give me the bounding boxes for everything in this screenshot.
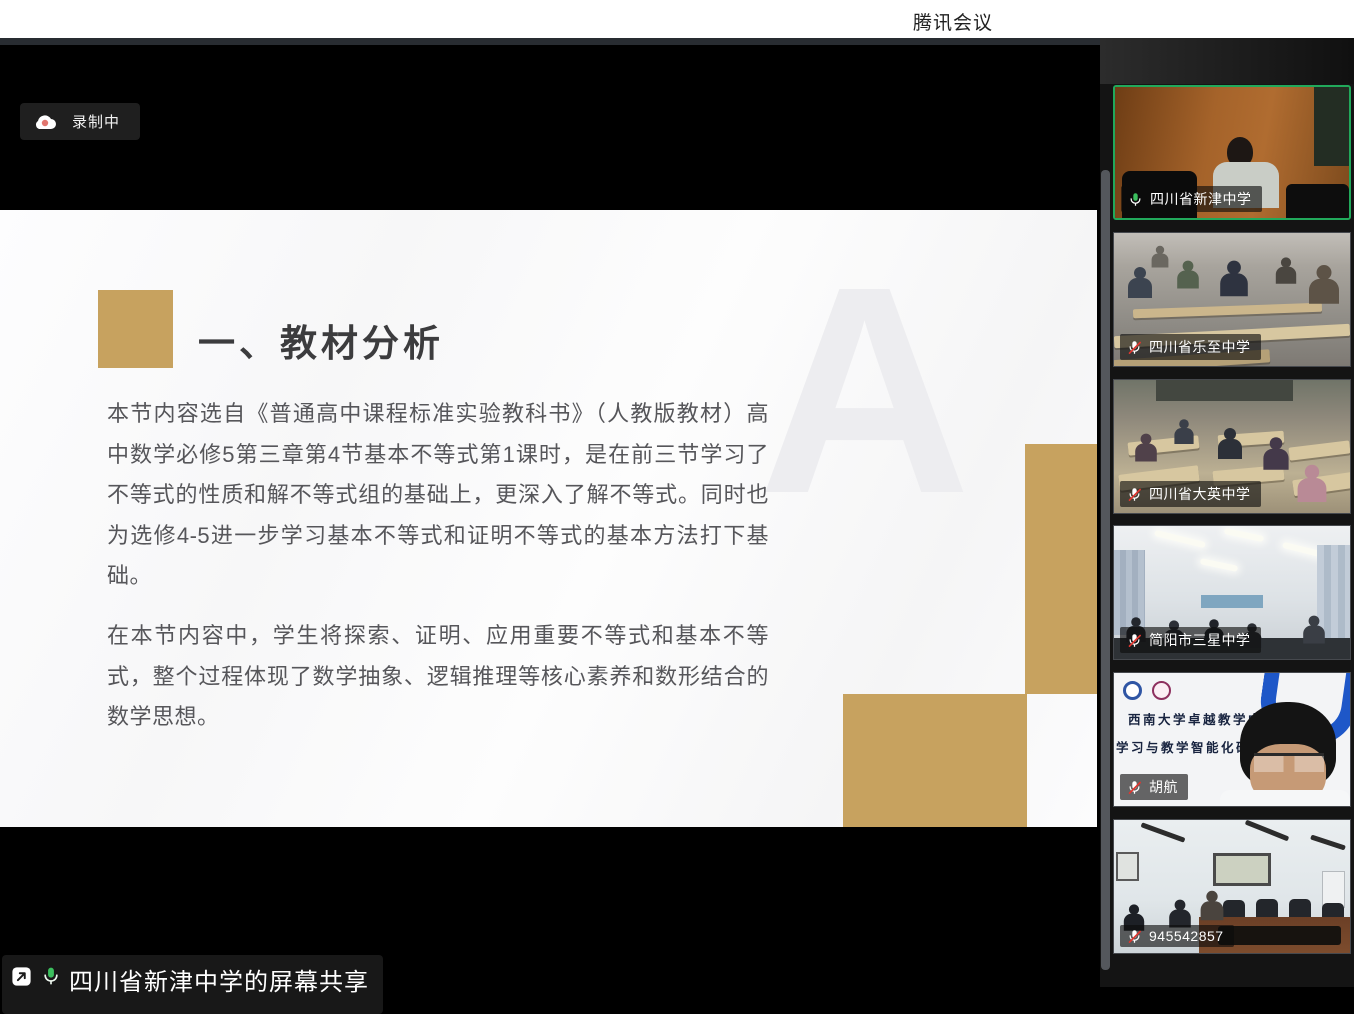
- cloud-recording-icon: [32, 113, 58, 131]
- slide-title: 一、教材分析: [198, 313, 444, 367]
- mic-muted-icon: [1127, 487, 1142, 502]
- screen-share-icon: [10, 965, 33, 988]
- participant-tile-5[interactable]: 西南大学卓越教学中心 学习与教学智能化研究中 胡航: [1113, 672, 1351, 807]
- mic-muted-icon: [1127, 929, 1142, 944]
- university-logo-icon: [1123, 681, 1142, 700]
- center-logo-icon: [1152, 681, 1171, 700]
- app-title: 腾讯会议: [913, 8, 993, 35]
- participant-name-badge: 简阳市三星中学: [1120, 627, 1261, 653]
- recording-label: 录制中: [72, 111, 120, 132]
- screen-share-banner: 四川省新津中学的屏幕共享: [2, 955, 383, 1014]
- recording-indicator[interactable]: 录制中: [20, 103, 140, 140]
- slide-watermark-letter: A: [758, 250, 971, 530]
- participant-tile-6[interactable]: 945542857: [1113, 819, 1351, 954]
- panel-top-shade: [1100, 38, 1354, 84]
- participant-name-badge: 四川省新津中学: [1121, 186, 1262, 212]
- participant-name: 简阳市三星中学: [1149, 630, 1251, 650]
- participant-tile-3[interactable]: 四川省大英中学: [1113, 379, 1351, 514]
- mic-muted-icon: [1127, 340, 1142, 355]
- presentation-slide: A 一、教材分析 本节内容选自《普通高中课程标准实验教科书》（人教版教材）高中数…: [0, 210, 1097, 827]
- participant-name: 四川省大英中学: [1149, 484, 1251, 504]
- screen-share-banner-label: 四川省新津中学的屏幕共享: [69, 962, 369, 997]
- participant-name-badge: 四川省乐至中学: [1120, 334, 1261, 360]
- participant-name: 四川省乐至中学: [1149, 337, 1251, 357]
- slide-gold-rect-vertical: [1025, 444, 1097, 694]
- mic-on-icon: [41, 966, 61, 986]
- participant-name-badge: 胡航: [1120, 774, 1188, 800]
- slide-paragraph-1: 本节内容选自《普通高中课程标准实验教科书》（人教版教材）高中数学必修5第三章第4…: [107, 394, 769, 597]
- mic-muted-icon: [1127, 633, 1142, 648]
- shared-screen-top-strip: [0, 38, 1100, 45]
- participants-panel: 四川省新津中学 四川省乐至中学: [1100, 38, 1354, 987]
- title-gold-square: [98, 290, 173, 368]
- participant-name: 945542857: [1149, 928, 1224, 944]
- slide-gold-rect-bottom: [843, 694, 1027, 827]
- mic-on-icon: [1128, 192, 1143, 207]
- participant-tile-4[interactable]: 简阳市三星中学: [1113, 525, 1351, 660]
- glasses: [1254, 753, 1324, 772]
- participant-tile-2[interactable]: 四川省乐至中学: [1113, 232, 1351, 367]
- mic-muted-icon: [1127, 780, 1142, 795]
- participant-name-badge: 945542857: [1120, 925, 1234, 947]
- participants-scrollbar[interactable]: [1101, 170, 1110, 970]
- wall-painting: [1213, 853, 1271, 886]
- participant-tile-1[interactable]: 四川省新津中学: [1113, 85, 1351, 220]
- meeting-window: { "app": { "window_title": "腾讯会议" }, "re…: [0, 0, 1354, 987]
- participant-name-badge: 四川省大英中学: [1120, 481, 1261, 507]
- slide-paragraph-2: 在本节内容中，学生将探索、证明、应用重要不等式和基本不等式，整个过程体现了数学抽…: [107, 616, 769, 738]
- participant-name: 胡航: [1149, 777, 1178, 797]
- window-title-bar: 腾讯会议: [0, 0, 1354, 39]
- screen-share-view: 录制中 A 一、教材分析 本节内容选自《普通高中课程标准实验教科书》（人教版教材…: [0, 38, 1100, 987]
- participant-name: 四川省新津中学: [1150, 189, 1252, 209]
